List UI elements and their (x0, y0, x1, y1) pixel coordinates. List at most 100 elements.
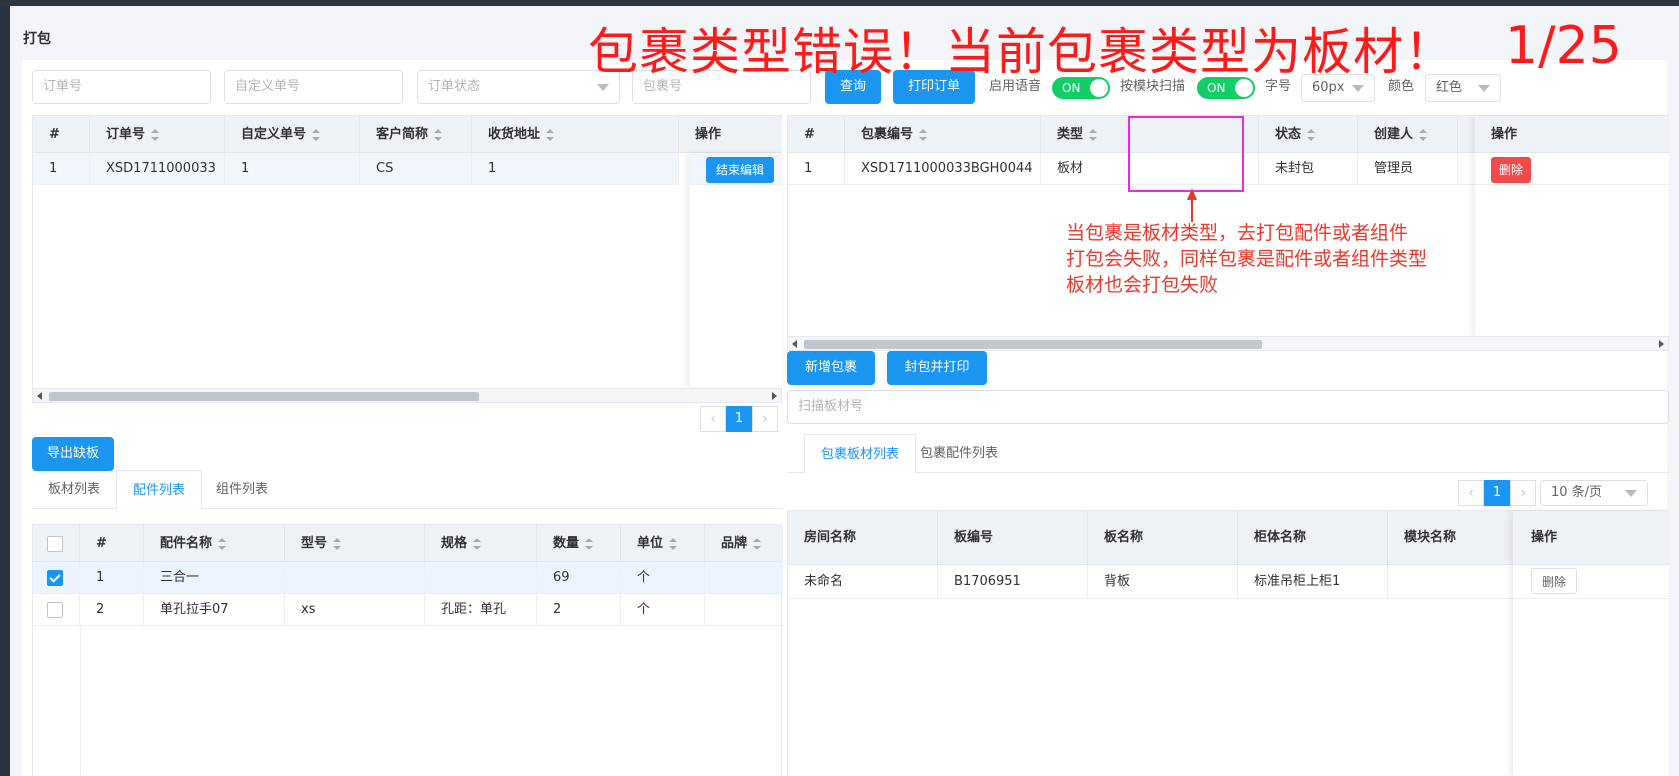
sort-icon[interactable] (473, 537, 482, 550)
tab-boards[interactable]: 板材列表 (32, 470, 116, 510)
page-size-select[interactable]: 10 条/页 (1540, 480, 1648, 506)
tab-parts[interactable]: 配件列表 (116, 470, 203, 510)
sort-icon[interactable] (585, 537, 594, 550)
tab-package-parts[interactable]: 包裹配件列表 (904, 434, 1014, 474)
column-header-package-no[interactable]: 包裹编号 (845, 116, 1041, 153)
column-header-unit[interactable]: 单位 (621, 525, 705, 562)
package-cell-creator[interactable]: 管理员 (1358, 153, 1458, 185)
chevron-down-icon (1478, 85, 1490, 92)
scroll-left-icon[interactable] (37, 392, 42, 400)
tab-components[interactable]: 组件列表 (200, 470, 284, 510)
order-no-input[interactable]: 订单号 (32, 70, 211, 104)
column-header-select-all[interactable] (33, 525, 80, 562)
sort-icon[interactable] (151, 128, 160, 141)
column-header-spec[interactable]: 规格 (425, 525, 537, 562)
order-cell-custom-no[interactable]: 1 (225, 153, 360, 185)
column-header-status[interactable]: 状态 (1259, 116, 1358, 153)
sort-icon[interactable] (753, 537, 762, 550)
column-header-label: 配件名称 (160, 536, 213, 551)
sort-icon[interactable] (312, 128, 321, 141)
part-cell-qty[interactable]: 69 (537, 562, 621, 594)
scroll-thumb[interactable] (49, 392, 479, 401)
scroll-left-icon[interactable] (792, 340, 797, 348)
chevron-down-icon (1352, 85, 1364, 92)
part-cell-unit[interactable]: 个 (621, 562, 705, 594)
column-header-customer[interactable]: 客户简称 (360, 116, 472, 153)
part-cell-brand[interactable] (705, 562, 783, 594)
package-cell-package-no[interactable]: XSD1711000033BGH0044 (845, 153, 1041, 185)
row-checkbox[interactable] (47, 569, 63, 586)
sort-icon[interactable] (919, 128, 928, 141)
part-cell-model[interactable] (285, 562, 425, 594)
seal-print-button[interactable]: 封包并打印 (887, 351, 987, 385)
row-checkbox[interactable] (47, 601, 63, 618)
board-cell-cabinet[interactable]: 标准吊柜上柜1 (1238, 565, 1388, 599)
sort-icon[interactable] (218, 537, 227, 550)
sort-icon[interactable] (1307, 128, 1316, 141)
sort-icon[interactable] (1419, 128, 1428, 141)
part-cell-unit[interactable]: 个 (621, 594, 705, 626)
column-header-part-name[interactable]: 配件名称 (144, 525, 285, 562)
column-header-board-no: 板编号 (938, 511, 1088, 565)
new-package-button[interactable]: 新增包裹 (787, 351, 875, 385)
sort-icon[interactable] (1089, 128, 1098, 141)
column-header-model[interactable]: 型号 (285, 525, 425, 562)
type-highlight-box (1128, 116, 1244, 192)
sort-icon[interactable] (434, 128, 443, 141)
next-page-button[interactable]: › (1510, 480, 1536, 506)
part-cell-spec[interactable]: 孔距：单孔 (425, 594, 537, 626)
delete-board-button[interactable]: 删除 (1531, 568, 1578, 594)
next-page-button[interactable]: › (752, 406, 778, 432)
board-cell-room[interactable]: 未命名 (788, 565, 938, 599)
column-header-label: 类型 (1057, 127, 1084, 142)
board-cell-board-no[interactable]: B1706951 (938, 565, 1088, 599)
tab-package-boards[interactable]: 包裹板材列表 (804, 434, 917, 474)
column-header-address[interactable]: 收货地址 (472, 116, 679, 153)
sort-icon[interactable] (546, 128, 555, 141)
part-cell-name[interactable]: 单孔拉手07 (144, 594, 285, 626)
horizontal-scrollbar[interactable] (33, 388, 781, 402)
board-cell-board-name[interactable]: 背板 (1088, 565, 1238, 599)
board-cell-module[interactable] (1388, 565, 1514, 599)
part-cell-name[interactable]: 三合一 (144, 562, 285, 594)
page-title: 打包 (23, 31, 51, 47)
sort-icon[interactable] (669, 537, 678, 550)
page-number-current[interactable]: 1 (726, 406, 752, 432)
main-panel: 打包 订单号 自定义单号 订单状态 包裹号 查询 打印订单 启用语音 ON 按模… (10, 6, 1679, 776)
prev-page-button[interactable]: ‹ (1458, 480, 1484, 506)
scroll-right-icon[interactable] (1659, 340, 1664, 348)
column-header-label: 单位 (637, 536, 664, 551)
scan-board-input[interactable]: 扫描板材号 (787, 390, 1669, 424)
order-cell-customer[interactable]: CS (360, 153, 472, 185)
export-missing-button[interactable]: 导出缺板 (32, 437, 114, 471)
scroll-right-icon[interactable] (772, 392, 777, 400)
scroll-thumb[interactable] (804, 340, 1262, 349)
part-cell-model[interactable]: xs (285, 594, 425, 626)
custom-no-input[interactable]: 自定义单号 (224, 70, 403, 104)
row-checkbox-cell[interactable] (33, 562, 80, 594)
prev-page-button[interactable]: ‹ (700, 406, 726, 432)
delete-package-button[interactable]: 删除 (1491, 157, 1532, 183)
order-cell-address[interactable]: 1 (472, 153, 679, 185)
horizontal-scrollbar[interactable] (788, 336, 1668, 350)
part-cell-brand[interactable] (705, 594, 783, 626)
column-header-module: 模块名称 (1388, 511, 1514, 565)
actions-column: 操作 删除 (1475, 116, 1669, 336)
column-header-custom-no[interactable]: 自定义单号 (225, 116, 360, 153)
row-checkbox-cell[interactable] (33, 594, 80, 626)
part-cell-qty[interactable]: 2 (537, 594, 621, 626)
parts-table: # 配件名称 型号 规格 数量 单位 品牌 1 三合一 69 个 2 单孔拉手0… (32, 524, 783, 776)
slide-counter: 1/25 (1505, 16, 1622, 76)
finish-edit-button[interactable]: 结束编辑 (706, 157, 775, 183)
sort-icon[interactable] (333, 537, 342, 550)
order-cell-order-no[interactable]: XSD1711000033 (90, 153, 225, 185)
package-cell-status[interactable]: 未封包 (1259, 153, 1358, 185)
column-header-brand[interactable]: 品牌 (705, 525, 783, 562)
column-header-order-no[interactable]: 订单号 (90, 116, 225, 153)
order-status-placeholder: 订单状态 (428, 79, 481, 94)
page-number-current[interactable]: 1 (1484, 480, 1510, 506)
part-cell-spec[interactable] (425, 562, 537, 594)
column-header-qty[interactable]: 数量 (537, 525, 621, 562)
select-all-checkbox[interactable] (47, 535, 63, 552)
column-header-creator[interactable]: 创建人 (1358, 116, 1458, 153)
